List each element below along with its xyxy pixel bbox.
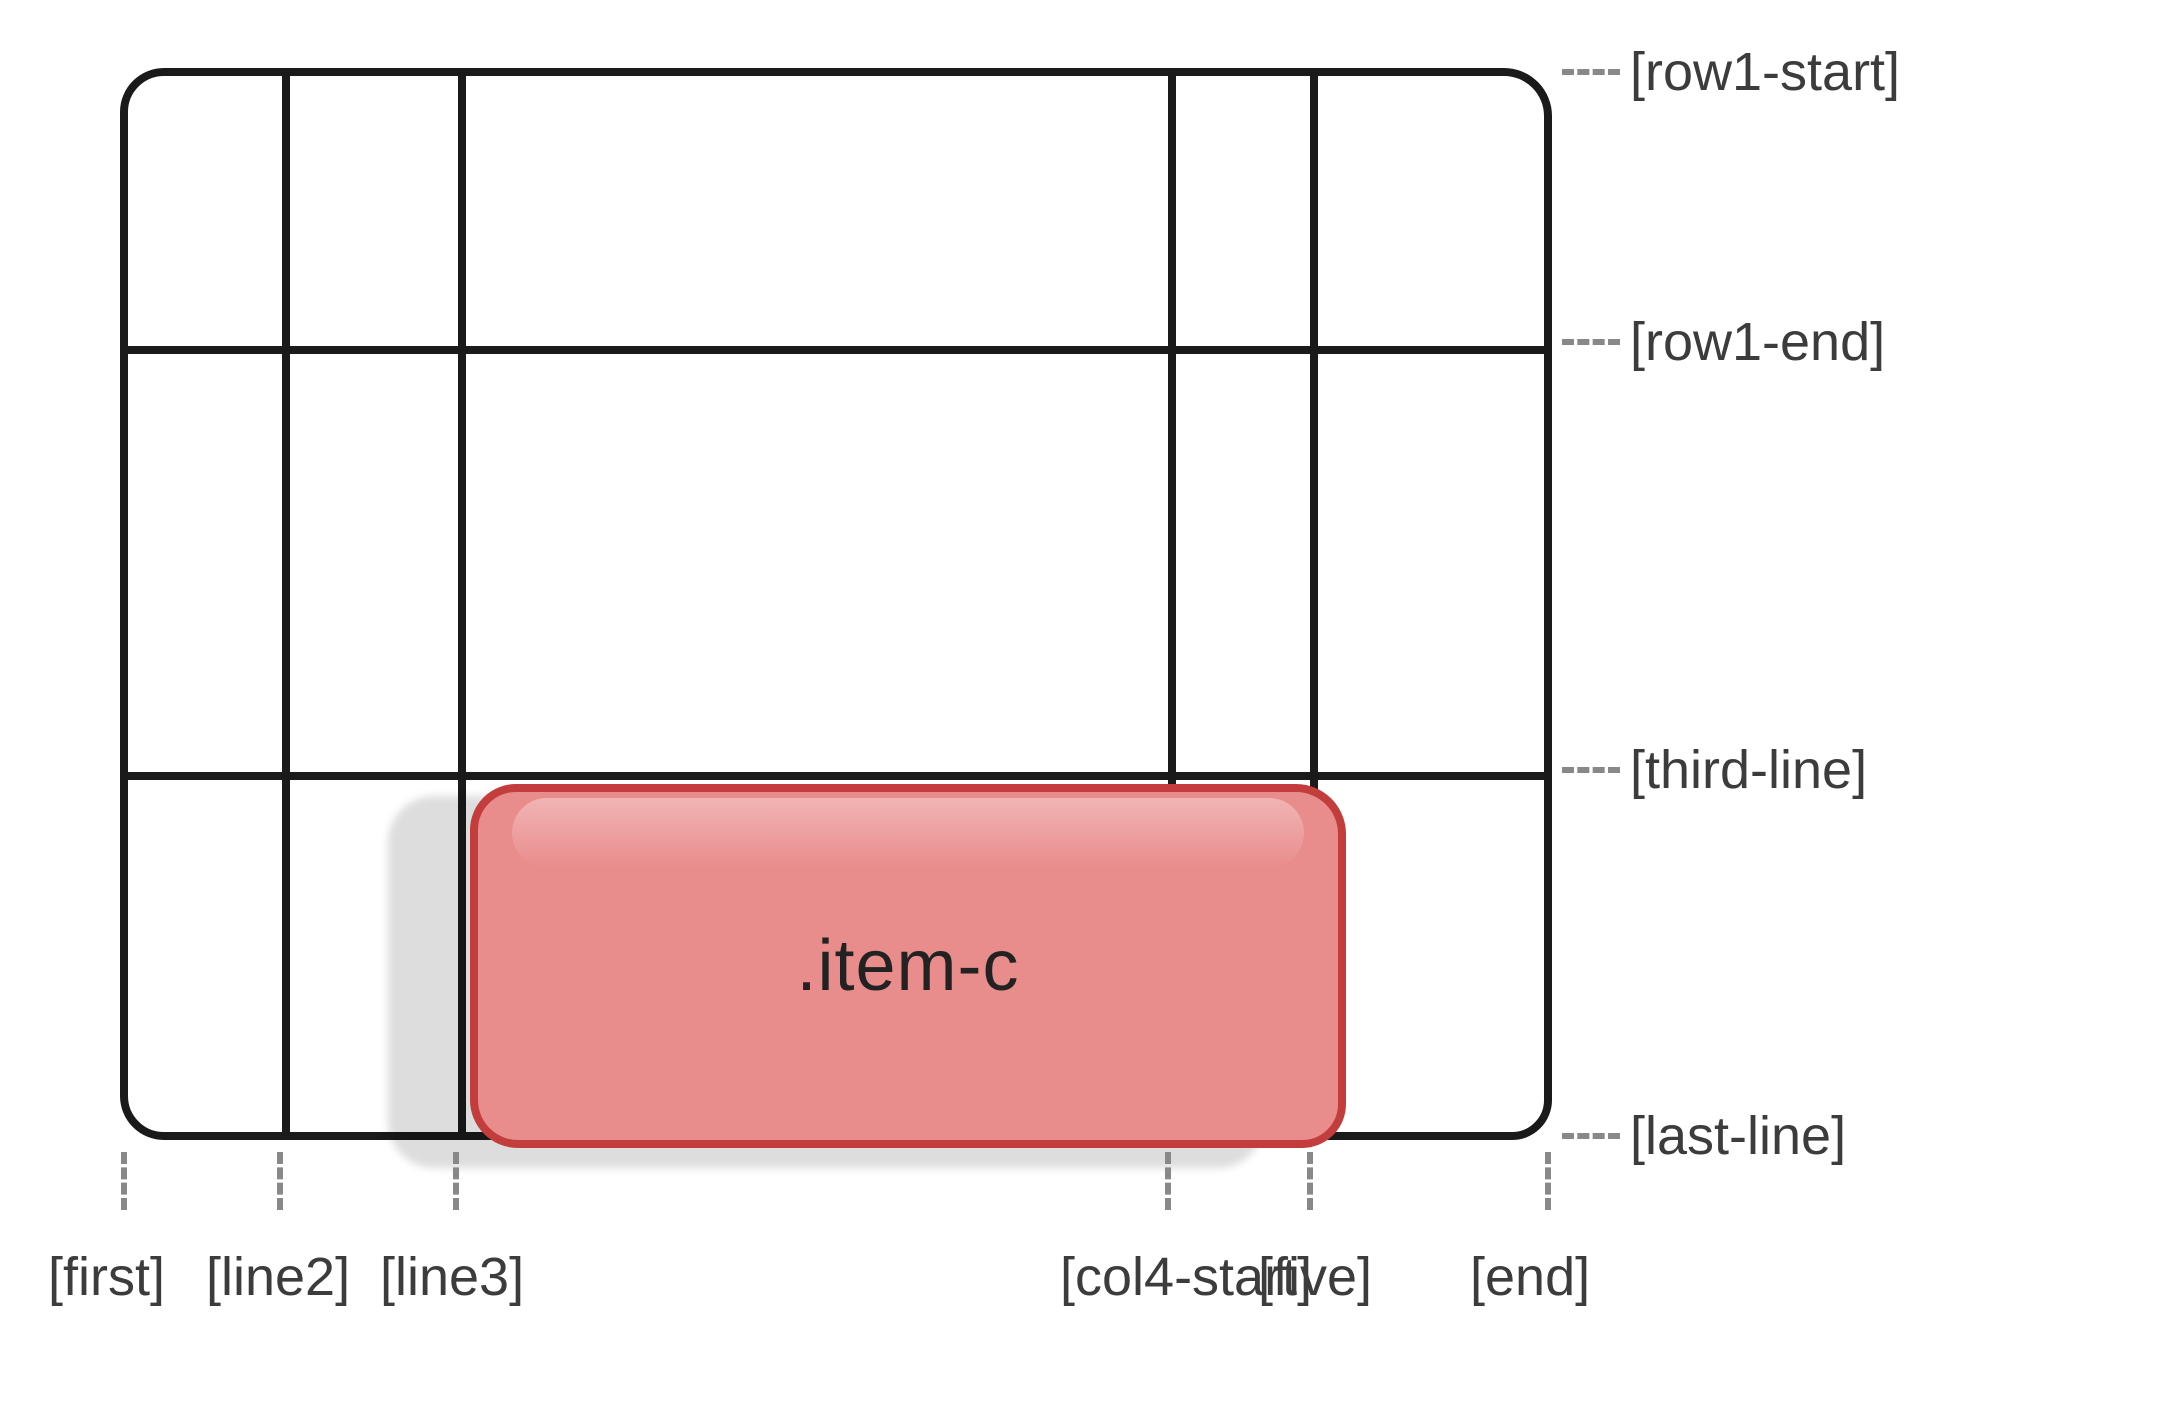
grid-row-line-2	[128, 346, 1544, 354]
row-label-row1-start: [row1-start]	[1630, 41, 1900, 103]
grid-row-line-3	[128, 772, 1544, 780]
col-label-first: [first]	[48, 1246, 165, 1308]
col-tick-first	[121, 1152, 127, 1210]
row-label-row1-end: [row1-end]	[1630, 311, 1885, 373]
row-tick-last-line	[1562, 1133, 1620, 1139]
col-tick-col4-start	[1165, 1152, 1171, 1210]
col-label-line2: [line2]	[206, 1246, 350, 1308]
col-tick-line2	[277, 1152, 283, 1210]
col-label-end: [end]	[1470, 1246, 1590, 1308]
row-label-last-line: [last-line]	[1630, 1105, 1846, 1167]
diagram-stage: .item-c [row1-start] [row1-end] [third-l…	[0, 0, 2162, 1402]
row-tick-third-line	[1562, 767, 1620, 773]
row-label-third-line: [third-line]	[1630, 739, 1867, 801]
grid-item-c: .item-c	[470, 784, 1346, 1148]
col-label-line3: [line3]	[380, 1246, 524, 1308]
col-label-five: [five]	[1258, 1246, 1372, 1308]
grid-column-line-2	[282, 76, 290, 1132]
grid-item-c-label: .item-c	[797, 925, 1020, 1007]
col-tick-end	[1545, 1152, 1551, 1210]
row-tick-row1-start	[1562, 69, 1620, 75]
col-tick-line3	[453, 1152, 459, 1210]
row-tick-row1-end	[1562, 339, 1620, 345]
col-tick-five	[1307, 1152, 1313, 1210]
